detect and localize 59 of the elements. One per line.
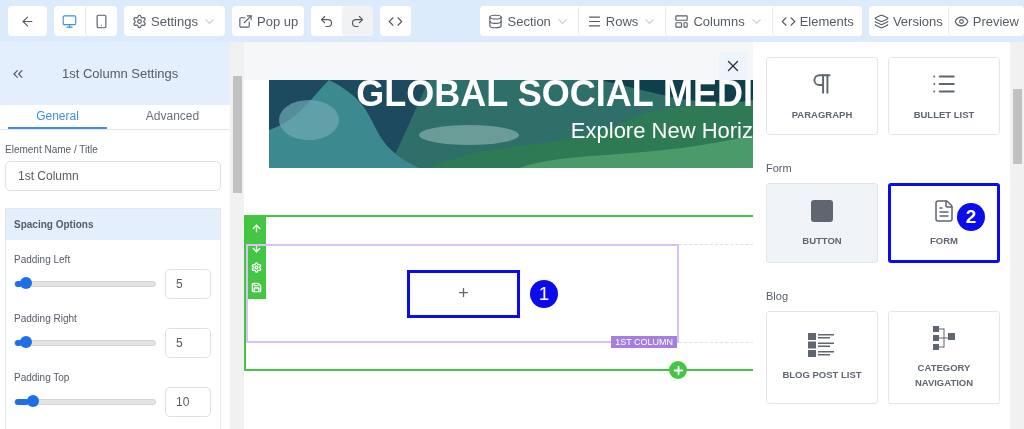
- add-element-button[interactable]: +: [407, 269, 520, 318]
- eye-icon: [953, 13, 969, 29]
- element-card[interactable]: BLOG POST LIST: [766, 311, 878, 404]
- scrollbar[interactable]: [1010, 42, 1024, 429]
- slider-thumb[interactable]: [20, 277, 32, 289]
- group-heading: Blog: [766, 289, 790, 304]
- elements-button[interactable]: Elements: [771, 6, 862, 36]
- undo-icon: [319, 13, 335, 29]
- group-heading: Form: [766, 161, 793, 176]
- scrollbar[interactable]: [230, 42, 244, 429]
- slider-label: Padding Top: [13, 371, 71, 383]
- mobile-view-button[interactable]: [85, 6, 117, 36]
- name-field[interactable]: 1st Column: [5, 161, 221, 191]
- number-field[interactable]: 10: [165, 387, 211, 417]
- banner-subtitle: Explore New Horiz: [570, 118, 753, 144]
- element-card[interactable]: BUTTON: [766, 183, 878, 263]
- menu-icon: [586, 13, 602, 29]
- external-link-icon: [238, 13, 253, 29]
- settings-icon: [250, 262, 262, 274]
- slider-label: Padding Left: [13, 253, 72, 265]
- settings-button[interactable]: Settings: [124, 6, 225, 36]
- save-icon: [250, 281, 262, 293]
- popup-button[interactable]: Pop up: [232, 6, 305, 36]
- slider-thumb[interactable]: [27, 395, 39, 407]
- monitor-icon: [62, 13, 77, 29]
- number-field[interactable]: 5: [165, 328, 211, 358]
- panel-title: 1st Column Settings: [62, 66, 179, 81]
- banner-title: GLOBAL SOCIAL MEDI: [356, 80, 753, 114]
- arrow-up-icon: [250, 223, 262, 235]
- slider-thumb[interactable]: [20, 336, 32, 348]
- layout-icon: [674, 13, 690, 29]
- settings-icon: [132, 13, 147, 29]
- document-icon: [932, 198, 956, 223]
- plus-icon: [671, 363, 685, 377]
- phone-icon: [94, 13, 109, 29]
- card-heading: Spacing Options: [6, 209, 220, 240]
- layers-icon: [873, 13, 889, 29]
- add-row-button[interactable]: [669, 361, 687, 379]
- hierarchy-icon: [932, 325, 956, 350]
- element-card[interactable]: FORM 2: [888, 183, 1000, 263]
- back-icon: [20, 13, 35, 29]
- preview-button[interactable]: Preview: [947, 6, 1024, 36]
- element-card[interactable]: BULLET LIST: [888, 57, 1000, 135]
- redo-icon: [350, 13, 366, 29]
- list-icon: [808, 333, 836, 357]
- back-button[interactable]: [8, 6, 47, 36]
- slider-label: Padding Right: [13, 312, 78, 324]
- element-card[interactable]: CATEGORY NAVIGATION: [888, 311, 1000, 404]
- step-badge: 1: [530, 279, 558, 308]
- close-button[interactable]: [719, 52, 747, 80]
- field-label: Element Name / Title: [4, 143, 99, 155]
- stack-icon: [488, 13, 504, 29]
- square-icon: [810, 198, 834, 223]
- code-button[interactable]: [380, 6, 412, 36]
- redo-button[interactable]: [342, 6, 374, 36]
- step-badge: 2: [957, 203, 985, 231]
- element-card[interactable]: PARAGRAPH: [766, 57, 878, 135]
- number-field[interactable]: 5: [165, 269, 211, 299]
- column-label: 1ST COLUMN: [611, 336, 677, 348]
